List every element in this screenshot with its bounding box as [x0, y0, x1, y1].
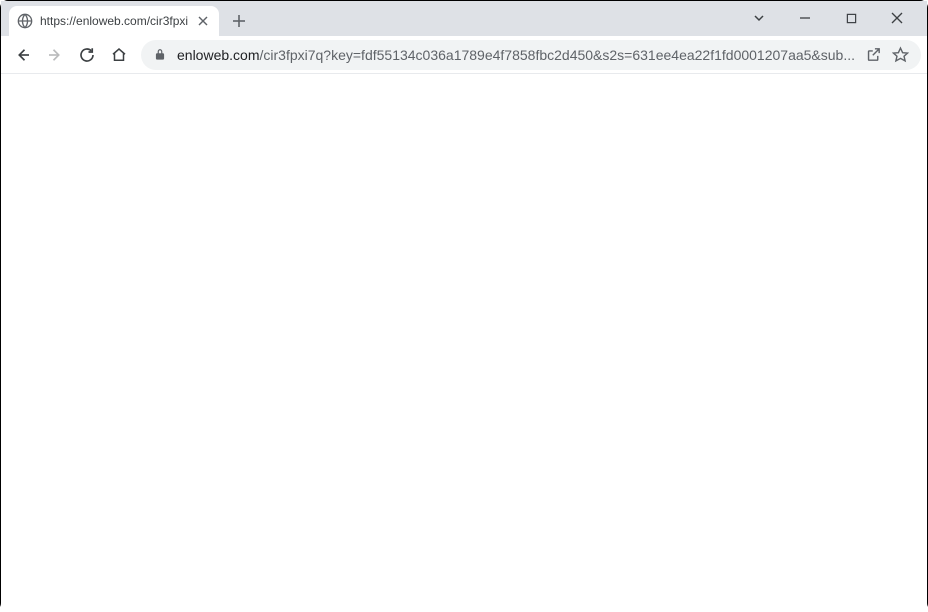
globe-icon: [17, 13, 33, 29]
toolbar: enloweb.com/cir3fpxi7q?key=fdf55134c036a…: [1, 36, 927, 74]
page-content: [1, 74, 927, 612]
new-tab-button[interactable]: [225, 7, 253, 35]
share-icon[interactable]: [865, 46, 882, 63]
chevron-down-icon[interactable]: [745, 4, 773, 32]
maximize-icon[interactable]: [837, 4, 865, 32]
nav-buttons: [9, 45, 133, 65]
lock-icon: [153, 48, 167, 62]
window-controls: [745, 1, 923, 35]
home-button[interactable]: [109, 45, 129, 65]
bookmark-star-icon[interactable]: [892, 46, 909, 63]
back-button[interactable]: [13, 45, 33, 65]
omnibox-actions: [865, 46, 909, 63]
url-domain: enloweb.com: [177, 47, 260, 63]
url-path: /cir3fpxi7q?key=fdf55134c036a1789e4f7858…: [260, 47, 856, 63]
forward-button[interactable]: [45, 45, 65, 65]
tab-title: https://enloweb.com/cir3fpxi7q?: [40, 14, 188, 28]
tab-strip: https://enloweb.com/cir3fpxi7q?: [1, 1, 927, 36]
minimize-icon[interactable]: [791, 4, 819, 32]
reload-button[interactable]: [77, 45, 97, 65]
window-close-icon[interactable]: [883, 4, 911, 32]
url-text: enloweb.com/cir3fpxi7q?key=fdf55134c036a…: [177, 47, 855, 63]
browser-tab[interactable]: https://enloweb.com/cir3fpxi7q?: [9, 6, 219, 36]
close-icon[interactable]: [195, 13, 211, 29]
address-bar[interactable]: enloweb.com/cir3fpxi7q?key=fdf55134c036a…: [141, 40, 921, 70]
